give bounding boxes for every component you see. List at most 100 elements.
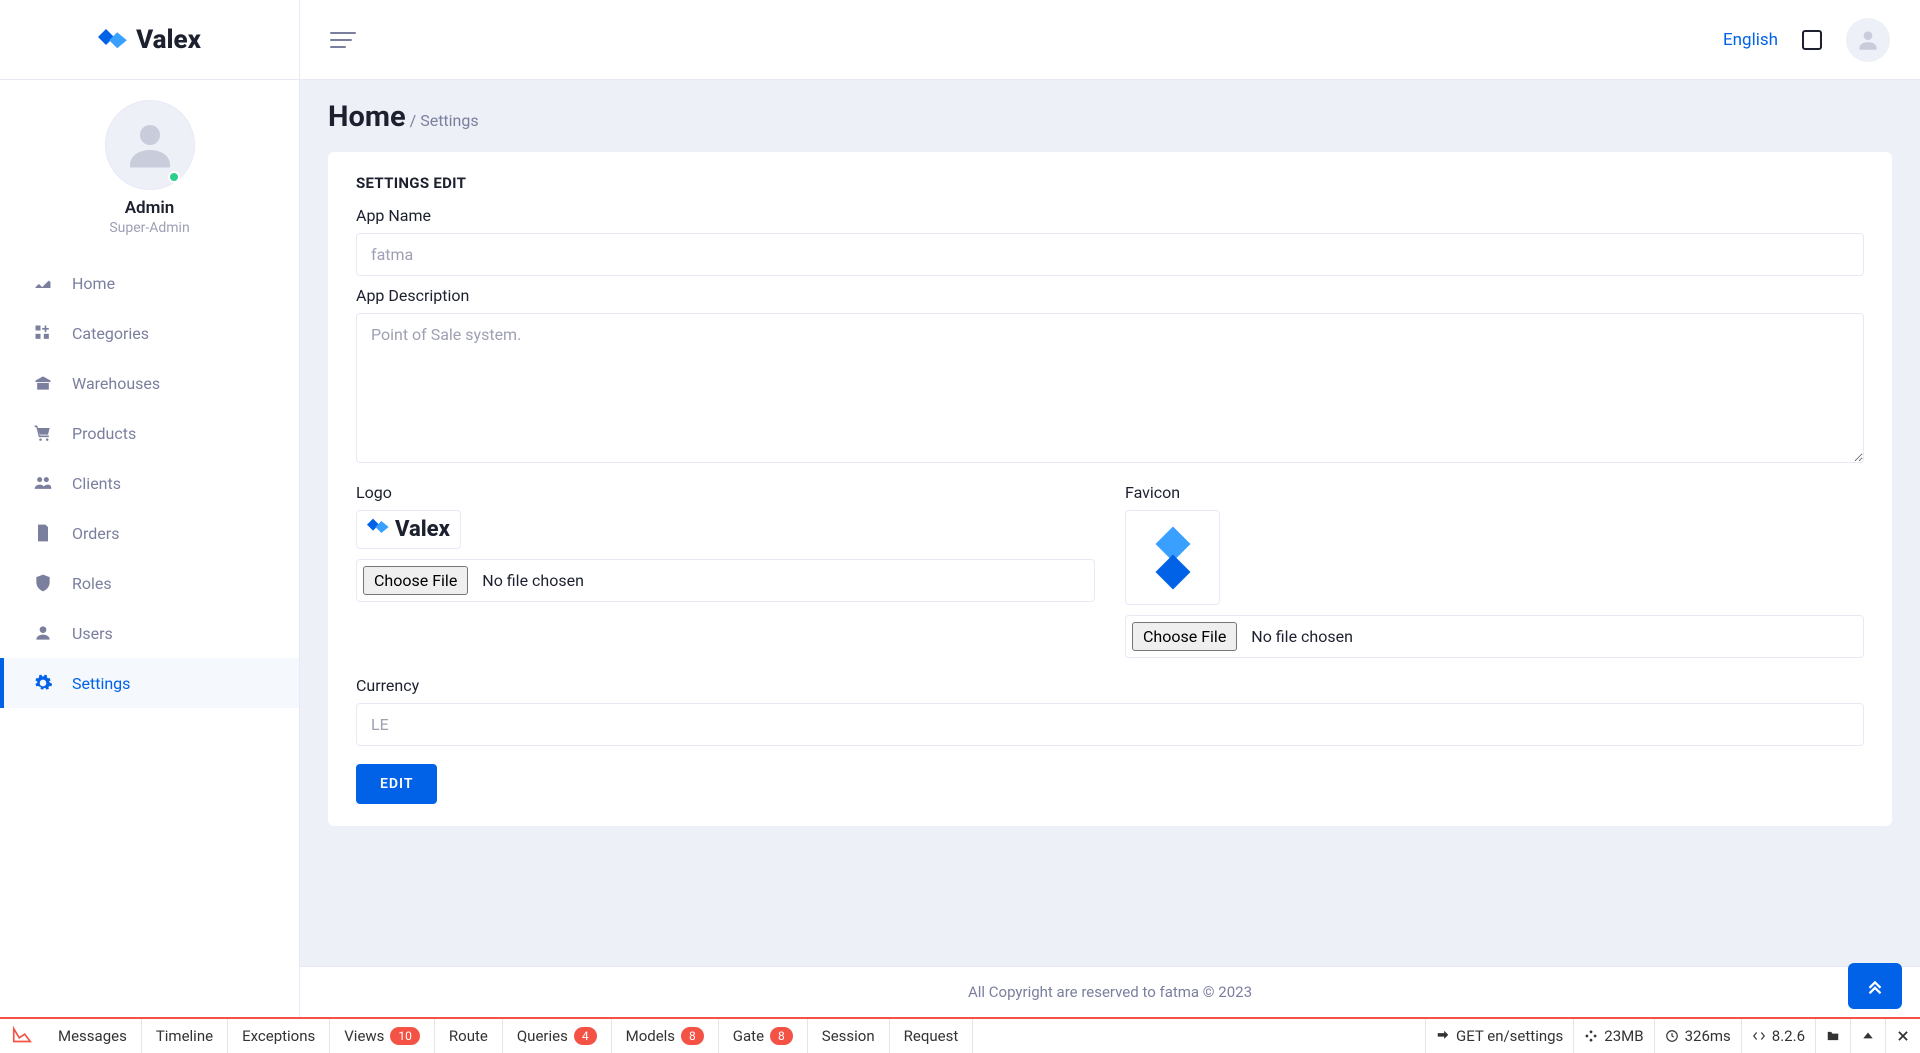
- label-currency: Currency: [356, 676, 1864, 695]
- label-app-name: App Name: [356, 206, 1864, 225]
- profile-role: Super-Admin: [109, 220, 189, 236]
- sidebar-item-orders[interactable]: Orders: [0, 508, 299, 558]
- debug-tab-models[interactable]: Models 8: [612, 1019, 719, 1053]
- debug-time[interactable]: 326ms: [1654, 1019, 1741, 1053]
- breadcrumb: Home / Settings: [328, 100, 1892, 134]
- debug-tab-messages[interactable]: Messages: [44, 1019, 142, 1053]
- logo-preview-text: Valex: [395, 517, 450, 542]
- debug-tab-label: Timeline: [156, 1027, 213, 1045]
- settings-card: SETTINGS EDIT App Name App Description L…: [328, 152, 1892, 826]
- sidebar-item-label: Roles: [72, 574, 112, 593]
- sidebar-item-label: Home: [72, 274, 115, 293]
- debug-tab-label: Messages: [58, 1027, 127, 1045]
- sidebar-item-settings[interactable]: Settings: [0, 658, 299, 708]
- header-avatar[interactable]: [1846, 18, 1890, 62]
- debug-tab-queries[interactable]: Queries 4: [503, 1019, 612, 1053]
- currency-input[interactable]: [356, 703, 1864, 746]
- scroll-top-button[interactable]: [1848, 963, 1902, 1009]
- debug-tab-label: Route: [449, 1027, 488, 1045]
- debug-tab-label: Exceptions: [242, 1027, 315, 1045]
- laravel-icon[interactable]: [0, 1025, 44, 1047]
- debug-tab-label: Request: [904, 1027, 959, 1045]
- warehouse-icon: [32, 372, 54, 394]
- debug-tab-views[interactable]: Views 10: [330, 1019, 435, 1053]
- cart-icon: [32, 422, 54, 444]
- app-description-textarea[interactable]: [356, 313, 1864, 463]
- users-icon: [32, 472, 54, 494]
- brand-mark-icon: [367, 517, 391, 542]
- label-logo: Logo: [356, 483, 1095, 502]
- badge: 8: [681, 1027, 704, 1045]
- footer-copyright: All Copyright are reserved to fatma © 20…: [300, 966, 1920, 1017]
- user-icon: [32, 622, 54, 644]
- sidebar-item-label: Clients: [72, 474, 121, 493]
- app-name-input[interactable]: [356, 233, 1864, 276]
- favicon-file-input[interactable]: Choose File No file chosen: [1125, 615, 1864, 658]
- choose-file-button[interactable]: Choose File: [363, 566, 468, 595]
- debug-time-text: 326ms: [1685, 1027, 1731, 1045]
- badge: 10: [390, 1027, 420, 1045]
- sidebar-item-home[interactable]: Home: [0, 258, 299, 308]
- sidebar-item-label: Settings: [72, 674, 130, 693]
- brand-mark-icon: [98, 29, 130, 51]
- favicon-preview: [1125, 510, 1220, 605]
- sidebar-item-categories[interactable]: Categories: [0, 308, 299, 358]
- debug-tab-request[interactable]: Request: [890, 1019, 974, 1053]
- debug-route-text: GET en/settings: [1456, 1027, 1563, 1045]
- debug-tab-session[interactable]: Session: [808, 1019, 890, 1053]
- sidebar: Valex Admin Super-Admin Home Categories …: [0, 0, 300, 1053]
- debug-memory-text: 23MB: [1604, 1027, 1643, 1045]
- breadcrumb-current: / Settings: [410, 111, 479, 130]
- sidebar-item-warehouses[interactable]: Warehouses: [0, 358, 299, 408]
- badge: 8: [770, 1027, 793, 1045]
- label-app-description: App Description: [356, 286, 1864, 305]
- page-title: Home: [328, 100, 406, 134]
- sidebar-item-users[interactable]: Users: [0, 608, 299, 658]
- avatar[interactable]: [105, 100, 195, 190]
- debug-tab-label: Queries: [517, 1027, 568, 1045]
- choose-file-button[interactable]: Choose File: [1132, 622, 1237, 651]
- debug-php-text: 8.2.6: [1772, 1027, 1805, 1045]
- logo-preview: Valex: [356, 510, 461, 549]
- debug-tab-timeline[interactable]: Timeline: [142, 1019, 228, 1053]
- profile-name: Admin: [125, 198, 175, 218]
- file-status: No file chosen: [474, 560, 592, 601]
- edit-button[interactable]: EDIT: [356, 764, 437, 804]
- debug-tab-label: Views: [344, 1027, 384, 1045]
- brand-name: Valex: [136, 25, 201, 55]
- debug-php[interactable]: 8.2.6: [1741, 1019, 1815, 1053]
- sidebar-item-products[interactable]: Products: [0, 408, 299, 458]
- sidebar-item-label: Orders: [72, 524, 119, 543]
- main-content: Home / Settings SETTINGS EDIT App Name A…: [300, 80, 1920, 1053]
- debug-tab-label: Models: [626, 1027, 675, 1045]
- debug-tab-exceptions[interactable]: Exceptions: [228, 1019, 330, 1053]
- debug-folder-icon[interactable]: [1815, 1019, 1850, 1053]
- header: English: [300, 0, 1920, 80]
- card-title: SETTINGS EDIT: [356, 174, 1864, 192]
- debug-bar: Messages Timeline Exceptions Views 10 Route Qu…: [0, 1017, 1920, 1053]
- sidebar-item-label: Categories: [72, 324, 149, 343]
- debug-memory[interactable]: 23MB: [1573, 1019, 1653, 1053]
- fullscreen-icon[interactable]: [1802, 30, 1822, 50]
- profile-block: Admin Super-Admin: [0, 80, 299, 246]
- file-status: No file chosen: [1243, 616, 1361, 657]
- shield-icon: [32, 572, 54, 594]
- sidebar-nav: Home Categories Warehouses Products Clie…: [0, 258, 299, 708]
- brand-logo[interactable]: Valex: [0, 0, 299, 80]
- badge: 4: [574, 1027, 597, 1045]
- debug-collapse-icon[interactable]: [1850, 1019, 1885, 1053]
- sidebar-item-label: Warehouses: [72, 374, 160, 393]
- language-link[interactable]: English: [1723, 30, 1778, 50]
- debug-close-icon[interactable]: [1885, 1019, 1920, 1053]
- debug-tab-route[interactable]: Route: [435, 1019, 503, 1053]
- menu-toggle-icon[interactable]: [330, 32, 358, 48]
- gear-icon: [32, 672, 54, 694]
- debug-tab-label: Session: [822, 1027, 875, 1045]
- status-dot-icon: [168, 171, 180, 183]
- chart-icon: [32, 272, 54, 294]
- sidebar-item-clients[interactable]: Clients: [0, 458, 299, 508]
- debug-route[interactable]: GET en/settings: [1425, 1019, 1573, 1053]
- debug-tab-gate[interactable]: Gate8: [719, 1019, 808, 1053]
- sidebar-item-roles[interactable]: Roles: [0, 558, 299, 608]
- logo-file-input[interactable]: Choose File No file chosen: [356, 559, 1095, 602]
